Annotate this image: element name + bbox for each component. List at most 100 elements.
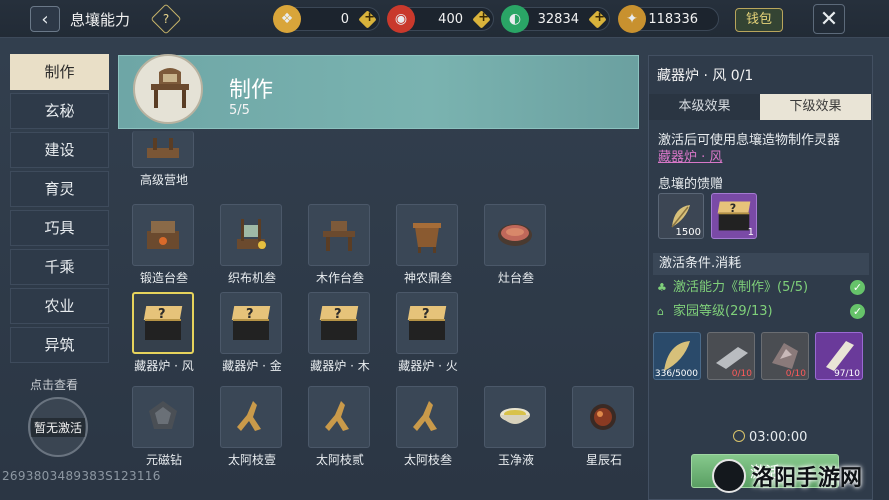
item-label: 太阿枝壹 [227,453,276,467]
sidebar-item-build[interactable]: 建设 [10,132,109,168]
item-woodwork[interactable]: 木作台叁 [308,204,372,286]
item-jade-liquid[interactable]: 玉净液 [484,386,548,468]
tab-next-effect[interactable]: 下级效果 [760,94,871,120]
item-label: 藏器炉 · 金 [222,359,282,373]
add-gold-button[interactable] [358,10,377,29]
copper-coin-icon: ✦ [618,5,646,33]
condition-row: ♣ 激活能力《制作》(5/5) ✓ [653,277,869,299]
top-bar: ‹ 息壤能力 ? ❖ 0 ◉ 400 ◐ 32834 ✦ 118336 钱包 ✕ [0,0,889,38]
cost-slot-ore[interactable]: 0/10 [761,332,809,380]
sidebar-item-vehicles[interactable]: 千乘 [10,249,109,285]
cost-slot-iron[interactable]: 0/10 [707,332,755,380]
red-orb-icon: ◉ [387,5,415,33]
chevron-left-icon: ‹ [41,8,49,30]
item-furnace-metal[interactable]: ? 藏器炉 · 金 [220,292,284,374]
item-taia-branch-3[interactable]: 太阿枝叁 [396,386,460,468]
item-label: 高级营地 [139,173,188,187]
clock-icon [733,430,745,442]
detail-panel: 藏器炉 · 风 0/1 本级效果 下级效果 激活后可使用息壤造物制作灵器 藏器炉… [648,55,873,500]
loom-icon [220,204,282,266]
gift-slot-feather[interactable]: 1500 [658,193,704,239]
cost-count: 0/10 [785,369,806,379]
cauldron-icon [396,204,458,266]
recipe-link[interactable]: 藏器炉 · 风 [658,146,722,165]
item-furnace-wood[interactable]: ? 藏器炉 · 木 [308,292,372,374]
timer: 03:00:00 [733,430,807,445]
item-label: 藏器炉 · 风 [134,359,194,373]
sidebar-item-tools[interactable]: 巧具 [10,210,109,246]
condition-row: ⌂ 家园等级(29/13) ✓ [653,301,869,323]
item-loom[interactable]: 织布机叁 [220,204,284,286]
conditions-header: 激活条件.消耗 [653,253,869,275]
back-button[interactable]: ‹ [30,6,60,32]
condition-text: 激活能力《制作》(5/5) [673,280,809,295]
sidebar-item-structures[interactable]: 异筑 [10,327,109,363]
banner-count: 5/5 [229,103,250,118]
sidebar-item-make[interactable]: 制作 [10,54,109,90]
watermark: 洛阳手游网 [712,454,880,498]
sidebar: 制作 玄秘 建设 育灵 巧具 千乘 农业 异筑 [10,54,109,366]
timer-value: 03:00:00 [749,430,808,445]
item-label: 藏器炉 · 火 [398,359,458,373]
jade-icon: ◐ [501,5,529,33]
add-jade-button[interactable] [588,10,607,29]
resource-red: ◉ 400 [387,5,494,33]
cost-count: 97/10 [834,369,860,379]
item-furnace-fire[interactable]: ? 藏器炉 · 火 [396,292,460,374]
watermark-logo-icon [712,459,746,493]
resource-jade-value: 32834 [537,12,579,27]
item-advanced-camp[interactable]: 高级营地 [132,131,196,188]
sidebar-item-farming[interactable]: 农业 [10,288,109,324]
sidebar-item-nurture[interactable]: 育灵 [10,171,109,207]
page-title: 息壤能力 [70,11,131,29]
gift-slot-box[interactable]: ? 1 [711,193,757,239]
bowl-icon [484,386,546,448]
item-star-stone[interactable]: 星辰石 [572,386,636,468]
item-label: 木作台叁 [315,271,364,285]
gold-coin-icon: ❖ [273,5,301,33]
item-forge[interactable]: 锻造台叁 [132,204,196,286]
drill-icon [132,386,194,448]
mystery-box-icon: ? [308,292,370,354]
item-taia-branch-1[interactable]: 太阿枝壹 [220,386,284,468]
woodwork-table-icon [308,204,370,266]
item-taia-branch-2[interactable]: 太阿枝贰 [308,386,372,468]
effect-tabs: 本级效果 下级效果 [649,94,872,120]
category-banner: 制作 5/5 [118,54,639,129]
seal-label: 暂无激活 [30,417,85,437]
leaf-icon: ♣ [657,281,667,294]
click-view-label: 点击查看 [30,378,79,392]
item-label: 藏器炉 · 木 [310,359,370,373]
close-button[interactable]: ✕ [813,4,845,34]
close-icon: ✕ [819,7,839,32]
workbench-icon [133,54,203,124]
branch-icon [396,386,458,448]
item-furnace-wind[interactable]: ? 藏器炉 · 风 [132,292,196,374]
banner-title: 制作 [229,78,274,103]
item-label: 玉净液 [497,453,534,467]
item-label: 灶台叁 [497,271,534,285]
seal-button[interactable]: 暂无激活 [28,397,88,457]
detail-title: 藏器炉 · 风 0/1 [657,68,754,84]
branch-icon [220,386,282,448]
cost-slot-feather[interactable]: 336/5000 [653,332,701,380]
branch-icon [308,386,370,448]
item-label: 太阿枝叁 [403,453,452,467]
item-magnetic-drill[interactable]: 元磁钻 [132,386,196,468]
item-stove[interactable]: 灶台叁 [484,204,548,286]
mystery-box-icon: ? [132,292,194,354]
cost-slot-scroll[interactable]: 97/10 [815,332,863,380]
help-button[interactable]: ? [150,3,182,35]
wallet-button[interactable]: 钱包 [735,8,783,32]
mystery-box-icon: ? [220,292,282,354]
item-label: 锻造台叁 [139,271,188,285]
gift-label: 息壤的馈赠 [658,177,724,192]
add-red-button[interactable] [472,10,491,29]
tab-current-effect[interactable]: 本级效果 [649,94,760,120]
resource-jade: ◐ 32834 [501,5,610,33]
sidebar-item-mystic[interactable]: 玄秘 [10,93,109,129]
item-shennong-cauldron[interactable]: 神农鼎叁 [396,204,460,286]
cost-count: 0/10 [731,369,752,379]
check-icon: ✓ [850,280,865,295]
question-icon: ? [162,12,170,26]
